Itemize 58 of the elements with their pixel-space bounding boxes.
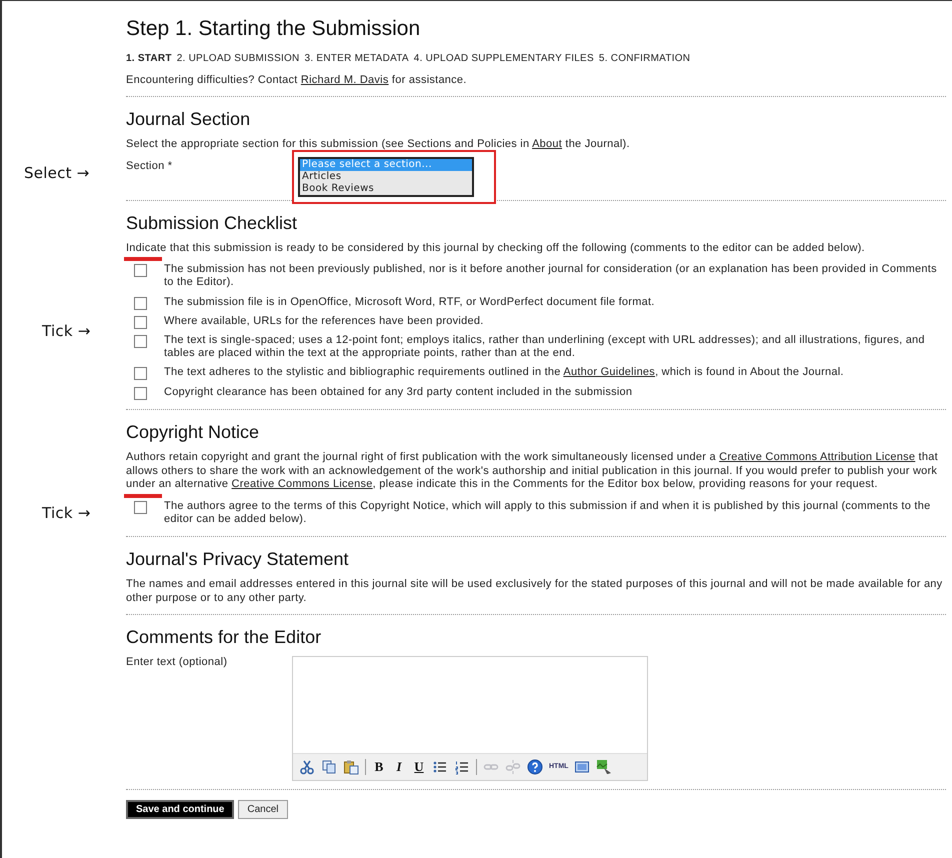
checkbox[interactable] <box>134 335 147 348</box>
checkbox[interactable] <box>134 501 147 514</box>
checkbox[interactable] <box>134 367 147 380</box>
checklist-text: Copyright clearance has been obtained for any 3rd party content included in the submission <box>164 386 634 399</box>
checklist-text: The text is single-spaced; uses a 12-point font; employs italics, rather than underlining (except with URL addresses); and all illustrations, figures, and tables are placed within the text at the appropriate points, rather than at the end. <box>164 334 926 360</box>
help-text: Encountering difficulties? Contact Richard M. Davis for assistance. <box>126 74 468 88</box>
text-link[interactable]: Richard M. Davis <box>300 74 389 86</box>
italic-button[interactable]: I <box>392 758 406 775</box>
checklist-intro: Indicate that this submission is ready to be considered by this journal by checking off the following (comments to the editor can be added below). <box>126 242 866 256</box>
help-icon[interactable] <box>527 758 543 775</box>
section-heading: Journal's Privacy Statement <box>126 549 350 570</box>
text-link[interactable]: Author Guidelines <box>563 366 656 378</box>
section-description: Select the appropriate section for this submission (see Sections and Policies in About the Journal). <box>126 138 631 152</box>
step-label: 3. ENTER METADATA <box>304 53 409 64</box>
copyright-text: Authors retain copyright and grant the journal right of first publication with the work simultaneously licensed under a Creative Commons Attribution License that allows others to share the work with an acknowledgement of the work's authorship and initial publication in this journal. If you would prefer to publish your work under an alternative Creative Commons License, please indicate this in the Comments for the Editor box below, providing reasons for your request. <box>126 450 939 492</box>
image-icon[interactable] <box>596 758 612 775</box>
paste-icon[interactable] <box>343 758 359 775</box>
step-label: 5. CONFIRMATION <box>598 53 690 64</box>
privacy-text: The names and email addresses entered in this journal site will be used exclusively for the stated purposes of this journal and will not be made available for any other purpose or to any other party. <box>126 578 944 606</box>
field-label: Section * <box>126 158 174 172</box>
text-link[interactable]: Creative Commons License <box>232 478 373 490</box>
annotation-label: Tick → <box>41 504 92 522</box>
field-label: Enter text (optional) <box>126 656 228 670</box>
numbered-list-icon[interactable] <box>454 758 470 775</box>
section-list[interactable]: Please select a section... Articles Book Reviews <box>298 156 474 196</box>
cancel-button[interactable]: Cancel <box>238 800 288 819</box>
save-button[interactable]: Save and continue <box>126 800 234 819</box>
checklist-text: The submission has not been previously published, nor is it before another journal for consideration (or an explanation has been provided in Comments to the Editor). <box>164 263 938 290</box>
page-title: Step 1. Starting the Submission <box>126 17 422 41</box>
text-link[interactable]: About <box>532 138 562 150</box>
checklist-text: The authors agree to the terms of this Copyright Notice, which will apply to this submission if and when it is published by this journal (comments to the editor can be added below). <box>164 500 932 526</box>
section-heading: Journal Section <box>126 108 252 130</box>
annotation-label: Select → <box>23 162 91 182</box>
cut-icon[interactable] <box>299 758 315 775</box>
step-label: 1. START <box>126 53 172 64</box>
annotation-label: Tick → <box>41 322 92 340</box>
checkbox[interactable] <box>134 386 147 400</box>
checklist-text: Where available, URLs for the references have been provided. <box>164 314 485 328</box>
list-option[interactable]: Articles <box>300 170 472 182</box>
checkbox[interactable] <box>134 264 147 278</box>
checkbox[interactable] <box>134 296 147 310</box>
step-label: 2. UPLOAD SUBMISSION <box>176 53 300 64</box>
list-option[interactable]: Book Reviews <box>300 182 472 194</box>
text-link[interactable]: Creative Commons Attribution License <box>719 450 916 463</box>
checkbox[interactable] <box>134 316 147 329</box>
highlight-frame <box>124 257 162 262</box>
bold-button[interactable]: B <box>372 758 386 775</box>
bullet-list-icon[interactable] <box>432 758 448 775</box>
section-heading: Submission Checklist <box>126 212 298 234</box>
step-label: 4. UPLOAD SUPPLEMENTARY FILES <box>414 53 594 64</box>
underline-button[interactable]: U <box>412 758 426 775</box>
window-icon[interactable] <box>574 758 590 775</box>
copy-icon[interactable] <box>321 758 337 775</box>
highlight-frame <box>124 494 162 498</box>
section-heading: Comments for the Editor <box>126 626 322 648</box>
checklist-text: The submission file is in OpenOffice, Microsoft Word, RTF, or WordPerfect document file format. <box>164 296 656 309</box>
section-heading: Copyright Notice <box>126 422 260 443</box>
checklist-text: The text adheres to the stylistic and bibliographic requirements outlined in the Author Guidelines, which is found in About the Journal. <box>164 366 845 380</box>
